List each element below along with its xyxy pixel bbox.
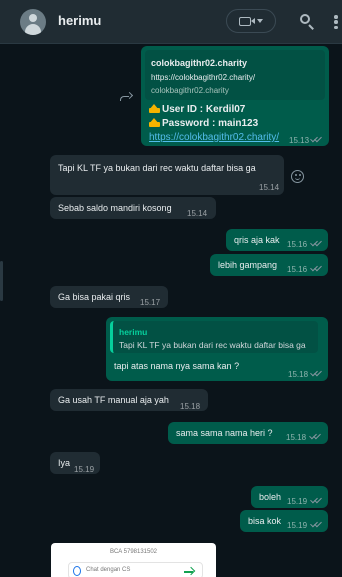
- message-time: 15.18: [286, 433, 307, 442]
- message-time: 15.14: [187, 209, 208, 218]
- message-list[interactable]: colokbagithr02.charity https://colokbagi…: [0, 45, 342, 577]
- message-outgoing[interactable]: colokbagithr02.charity https://colokbagi…: [141, 46, 329, 146]
- link-preview-card[interactable]: colokbagithr02.charity https://colokbagi…: [145, 50, 325, 100]
- password-text: Password : main123: [162, 118, 259, 129]
- image-header-text: BCA 5798131502: [109, 549, 158, 555]
- link-preview-domain: colokbagithr02.charity: [151, 86, 229, 95]
- forward-icon[interactable]: [119, 91, 134, 103]
- chevron-down-icon: [257, 19, 263, 23]
- message-text: qris aja kak: [234, 235, 280, 245]
- image-message[interactable]: BCA 5798131502 Chat dengan CS: [51, 543, 216, 577]
- message-time: 15.14: [259, 183, 280, 192]
- message-time: 15.16: [287, 265, 308, 274]
- video-call-button[interactable]: [226, 9, 276, 33]
- arrow-right-icon: [184, 571, 193, 573]
- crown-icon: [149, 118, 160, 127]
- avatar-body: [25, 24, 41, 35]
- credential-line: Password : main123: [149, 118, 258, 130]
- message-time: 15.18: [180, 402, 201, 411]
- message-incoming[interactable]: Iya 15.19: [50, 452, 100, 474]
- double-check-icon: [310, 495, 323, 504]
- message-time: 15.19: [74, 465, 95, 474]
- contact-name[interactable]: herimu: [58, 13, 101, 28]
- message-text: boleh: [259, 492, 282, 502]
- message-text: Tapi KL TF ya bukan dari rec waktu dafta…: [58, 163, 256, 173]
- message-time: 15.18: [288, 370, 309, 379]
- kebab-menu-icon[interactable]: [334, 15, 340, 31]
- message-time: 15.16: [287, 240, 308, 249]
- message-link[interactable]: https://colokbagithr02.charity/: [149, 132, 279, 144]
- image-cs-label: Chat dengan CS: [86, 567, 131, 573]
- message-outgoing[interactable]: bisa kok 15.19: [240, 510, 328, 532]
- message-outgoing[interactable]: sama sama nama heri ? 15.18: [168, 422, 328, 444]
- double-check-icon: [310, 368, 323, 377]
- double-check-icon: [309, 431, 322, 440]
- search-icon[interactable]: [299, 13, 317, 31]
- chat-header: herimu: [0, 0, 342, 44]
- quoted-author: herimu: [119, 327, 148, 337]
- message-outgoing[interactable]: lebih gampang 15.16: [210, 254, 328, 276]
- double-check-icon: [310, 134, 323, 143]
- message-text: bisa kok: [248, 516, 282, 526]
- message-incoming[interactable]: Tapi KL TF ya bukan dari rec waktu dafta…: [50, 155, 284, 195]
- avatar-head: [29, 14, 37, 22]
- message-text: Sebab saldo mandiri kosong: [58, 203, 172, 213]
- link-preview-url: https://colokbagithr02.charity/: [151, 73, 256, 82]
- double-check-icon: [310, 519, 323, 528]
- message-outgoing[interactable]: qris aja kak 15.16: [226, 229, 328, 251]
- user-id-text: User ID : Kerdil07: [162, 104, 246, 115]
- message-text: Iya: [58, 458, 71, 468]
- message-time: 15.19: [287, 521, 308, 530]
- message-text: Ga bisa pakai qris: [58, 292, 131, 302]
- crown-icon: [149, 104, 160, 113]
- chat-bubble-icon: [73, 566, 81, 576]
- avatar[interactable]: [20, 9, 46, 35]
- message-time: 15.19: [287, 497, 308, 506]
- message-incoming[interactable]: Ga usah TF manual aja yah 15.18: [50, 389, 208, 411]
- double-check-icon: [310, 263, 323, 272]
- search-icon-handle: [308, 24, 314, 30]
- message-time: 15.13: [289, 136, 310, 145]
- message-text: sama sama nama heri ?: [176, 428, 273, 438]
- message-text: lebih gampang: [218, 260, 278, 270]
- message-incoming[interactable]: Sebab saldo mandiri kosong 15.14: [50, 197, 216, 219]
- scrollbar[interactable]: [0, 261, 3, 301]
- message-outgoing[interactable]: boleh 15.19: [251, 486, 328, 508]
- double-check-icon: [310, 238, 323, 247]
- message-outgoing[interactable]: herimu Tapi KL TF ya bukan dari rec wakt…: [106, 317, 328, 381]
- message-incoming[interactable]: Ga bisa pakai qris 15.17: [50, 286, 168, 308]
- credential-line: User ID : Kerdil07: [149, 104, 245, 116]
- link-preview-title: colokbagithr02.charity: [151, 58, 248, 68]
- message-time: 15.17: [140, 298, 161, 307]
- search-icon-ring: [300, 14, 310, 24]
- quoted-message[interactable]: herimu Tapi KL TF ya bukan dari rec wakt…: [110, 321, 318, 353]
- message-text: tapi atas nama nya sama kan ?: [114, 361, 240, 371]
- quoted-text: Tapi KL TF ya bukan dari rec waktu dafta…: [119, 340, 306, 350]
- image-cs-row: Chat dengan CS: [68, 562, 203, 577]
- video-camera-icon: [239, 16, 255, 26]
- message-text: Ga usah TF manual aja yah: [58, 395, 169, 405]
- emoji-icon[interactable]: [291, 170, 304, 183]
